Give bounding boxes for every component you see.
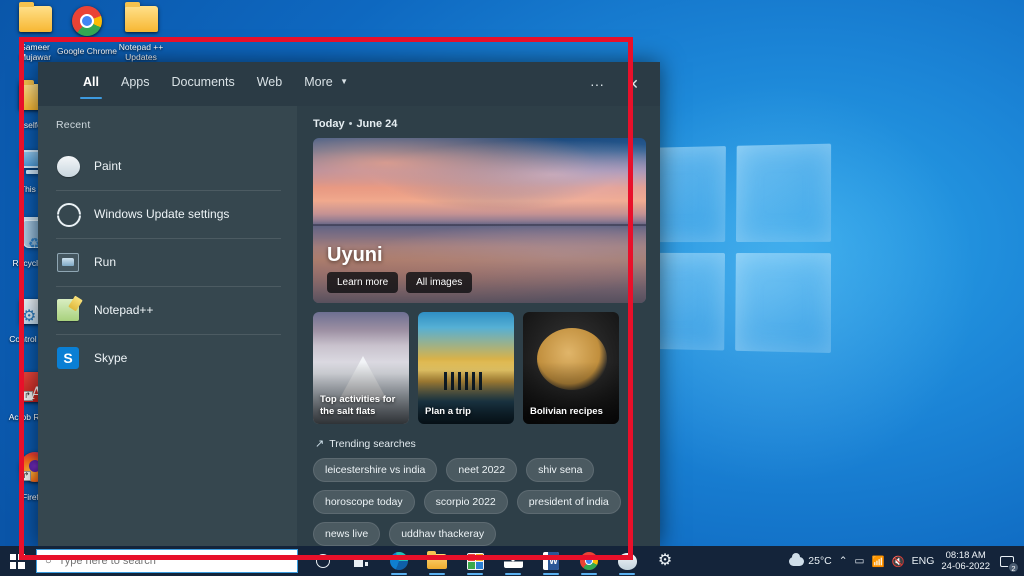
tab-more[interactable]: More ▼ — [293, 62, 359, 106]
feed-card-bolivian-recipes[interactable]: Bolivian recipes — [523, 312, 619, 424]
recent-heading: Recent — [56, 119, 91, 131]
recent-item-notepadpp[interactable]: Notepad++ — [38, 286, 297, 334]
task-view-icon[interactable] — [342, 546, 380, 576]
trending-chip-list: leicestershire vs india neet 2022 shiv s… — [313, 458, 646, 546]
notepadpp-icon — [56, 298, 80, 322]
trending-chip[interactable]: neet 2022 — [446, 458, 518, 482]
windows-start-icon[interactable] — [0, 546, 34, 576]
hero-card-uyuni[interactable]: Uyuni Learn more All images — [313, 138, 646, 303]
ellipsis-icon[interactable]: ··· — [582, 69, 612, 99]
clock[interactable]: 08:18 AM 24-06-2022 — [941, 550, 990, 572]
feed-card-row: Top activities for the salt flats Plan a… — [313, 312, 646, 424]
search-icon: ○ — [45, 555, 52, 567]
all-images-button[interactable]: All images — [406, 272, 473, 293]
volume-muted-icon[interactable]: 🔇 — [892, 555, 905, 568]
settings-gear-icon[interactable]: ⚙ — [646, 546, 684, 576]
feed-date-header: Today • June 24 — [313, 118, 646, 130]
separator: • — [348, 118, 353, 130]
recent-item-label: Run — [94, 255, 117, 269]
skype-icon — [56, 346, 80, 370]
desktop-icon-label: Google Chrome — [56, 46, 117, 56]
taskbar: ○ ⚙ 25°C — [0, 546, 1024, 576]
cortana-icon[interactable] — [304, 546, 342, 576]
edge-icon[interactable] — [380, 546, 418, 576]
feed-card-caption: Plan a trip — [425, 405, 471, 417]
recent-item-windows-update-settings[interactable]: Windows Update settings — [38, 190, 297, 238]
temperature-label: 25°C — [808, 555, 832, 567]
word-icon[interactable] — [532, 546, 570, 576]
feed-card-caption: Bolivian recipes — [530, 405, 603, 417]
trending-chip[interactable]: scorpio 2022 — [423, 490, 508, 514]
desktop-icon-notepadpp-updates[interactable]: Notepad ++ Updates — [110, 2, 172, 62]
search-input[interactable] — [58, 555, 289, 567]
trending-chip[interactable]: leicestershire vs india — [313, 458, 438, 482]
microsoft-store-icon[interactable] — [456, 546, 494, 576]
trending-arrow-icon: ↗ — [315, 438, 325, 450]
taskbar-search-box[interactable]: ○ — [36, 549, 298, 573]
chevron-up-icon[interactable]: ⌃ — [839, 555, 848, 567]
folder-icon — [110, 2, 172, 40]
tab-label: Web — [256, 75, 283, 89]
tab-label: More — [304, 75, 333, 89]
chevron-down-icon: ▼ — [340, 77, 349, 86]
tab-all[interactable]: All — [72, 62, 110, 106]
trending-chip[interactable]: horoscope today — [313, 490, 415, 514]
trending-chip[interactable]: news live — [313, 522, 381, 546]
search-tab-bar: All Apps Documents Web More ▼ ··· ✕ — [38, 62, 660, 106]
trending-chip[interactable]: shiv sena — [526, 458, 595, 482]
chrome-icon[interactable] — [570, 546, 608, 576]
windows-search-panel: All Apps Documents Web More ▼ ··· ✕ Rece… — [38, 62, 660, 546]
recent-item-paint[interactable]: Paint — [38, 142, 297, 190]
today-date: June 24 — [356, 118, 398, 130]
recent-item-label: Notepad++ — [94, 303, 154, 317]
desktop-icon-google-chrome[interactable]: Google Chrome — [56, 6, 118, 56]
tab-label: All — [83, 75, 99, 89]
weather-widget[interactable]: 25°C — [789, 552, 832, 567]
trending-chip[interactable]: president of india — [516, 490, 621, 514]
feed-card-plan-a-trip[interactable]: Plan a trip — [418, 312, 514, 424]
chrome-icon — [56, 6, 118, 44]
trending-heading-label: Trending searches — [329, 437, 416, 450]
feed-card-caption: Top activities for the salt flats — [320, 394, 396, 417]
clock-date: 24-06-2022 — [941, 561, 990, 572]
windows-wallpaper-logo — [631, 143, 832, 354]
trending-searches-heading: ↗ Trending searches — [315, 437, 646, 451]
file-explorer-icon[interactable] — [418, 546, 456, 576]
close-icon[interactable]: ✕ — [618, 69, 648, 99]
mail-icon[interactable] — [494, 546, 532, 576]
wifi-icon[interactable]: 📶 — [871, 555, 884, 568]
today-label: Today — [313, 118, 345, 130]
desktop-icon-label: Notepad ++ Updates — [118, 42, 164, 62]
tab-label: Apps — [120, 75, 150, 89]
recent-item-label: Skype — [94, 351, 128, 365]
windows-update-icon — [56, 202, 80, 226]
recent-item-skype[interactable]: Skype — [38, 334, 297, 382]
recent-item-run[interactable]: Run — [38, 238, 297, 286]
system-tray: 25°C ⌃ ▭ 📶 🔇 ENG 08:18 AM 24-06-2022 2 — [789, 550, 1024, 573]
tab-apps[interactable]: Apps — [110, 62, 161, 106]
run-icon — [56, 250, 80, 274]
recent-item-label: Windows Update settings — [94, 207, 230, 221]
notification-count-badge: 2 — [1008, 562, 1019, 573]
paint-icon[interactable] — [608, 546, 646, 576]
tab-label: Documents — [171, 75, 235, 89]
news-feed-panel: Today • June 24 Uyuni Learn more All image… — [297, 106, 660, 546]
battery-icon[interactable]: ▭ — [855, 555, 865, 567]
trending-chip[interactable]: uddhav thackeray — [389, 522, 497, 546]
clock-time: 08:18 AM — [945, 550, 986, 561]
tab-web[interactable]: Web — [246, 62, 293, 106]
feed-card-top-activities[interactable]: Top activities for the salt flats — [313, 312, 409, 424]
notification-icon[interactable]: 2 — [997, 551, 1019, 573]
recent-panel: Recent Paint Windows Update settings Run… — [38, 106, 297, 546]
tab-documents[interactable]: Documents — [160, 62, 245, 106]
recent-item-label: Paint — [94, 159, 122, 173]
learn-more-button[interactable]: Learn more — [327, 272, 399, 293]
paint-icon — [56, 154, 80, 178]
hero-title: Uyuni — [327, 244, 383, 266]
language-indicator[interactable]: ENG — [912, 555, 935, 567]
cloud-icon — [789, 552, 805, 566]
